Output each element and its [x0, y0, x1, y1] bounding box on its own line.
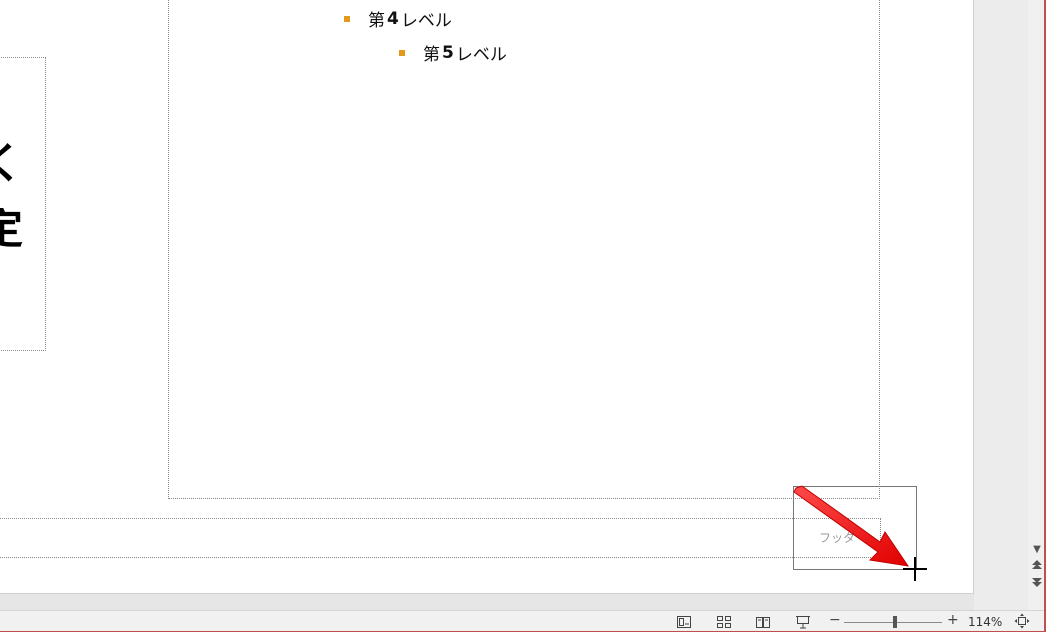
zoom-slider-thumb[interactable]: [892, 616, 897, 628]
status-bar: − + 114%: [0, 610, 1046, 632]
title-placeholder[interactable]: く 定: [0, 57, 46, 351]
fit-slide-to-window-icon[interactable]: [1014, 613, 1030, 629]
bullet-level-5[interactable]: 第 5 レベル: [399, 40, 507, 65]
bullet-prefix: 第: [368, 11, 385, 31]
title-glyph-1: く: [0, 143, 23, 185]
bullet-number: 5: [442, 42, 454, 63]
footer-placeholder-dotted[interactable]: [0, 518, 881, 558]
title-glyph-2: 定: [0, 208, 23, 250]
slideshow-icon[interactable]: [795, 614, 811, 630]
content-placeholder[interactable]: [168, 0, 880, 499]
zoom-in-button[interactable]: +: [947, 612, 959, 628]
bullet-prefix: 第: [423, 45, 440, 65]
square-bullet-icon: [399, 49, 405, 56]
bullet-suffix: レベル: [400, 11, 452, 31]
chevron-down-icon[interactable]: ▼: [1031, 544, 1043, 556]
slide-canvas[interactable]: く 定 第 4 レベル 第 5 レベル フッタ: [0, 0, 974, 594]
reading-view-icon[interactable]: [755, 614, 771, 630]
next-slide-icon[interactable]: [1031, 576, 1043, 588]
square-bullet-icon: [344, 15, 350, 22]
vertical-scroll-region: ▼: [974, 0, 1046, 610]
bullet-suffix: レベル: [455, 45, 507, 65]
bullet-number: 4: [387, 8, 399, 29]
zoom-level[interactable]: 114%: [968, 615, 1002, 629]
powerpoint-window: く 定 第 4 レベル 第 5 レベル フッタ: [0, 0, 1046, 632]
bullet-level-4[interactable]: 第 4 レベル: [344, 6, 452, 31]
normal-view-icon[interactable]: [676, 614, 692, 630]
zoom-out-button[interactable]: −: [829, 612, 841, 628]
crosshair-cursor-icon: [903, 557, 927, 581]
previous-slide-icon[interactable]: [1031, 559, 1043, 571]
slide-sorter-icon[interactable]: [716, 614, 732, 630]
